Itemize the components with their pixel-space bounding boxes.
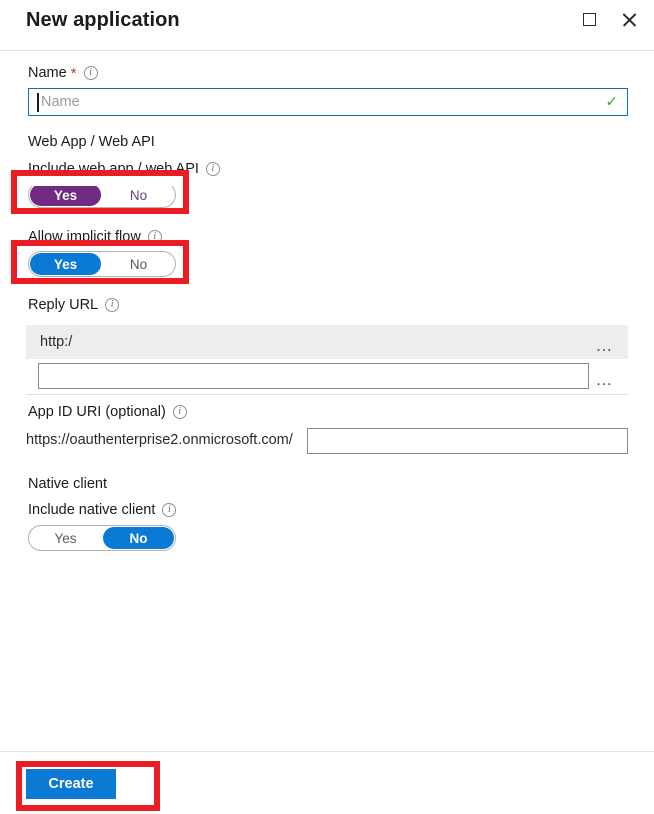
- reply-url-row-new: …: [26, 359, 628, 395]
- include-native-client-label-text: Include native client: [28, 502, 156, 518]
- app-id-uri-prefix: https://oauthenterprise2.onmicrosoft.com…: [26, 432, 293, 448]
- reply-url-row-existing[interactable]: http:/ …: [26, 325, 628, 359]
- allow-implicit-flow-label: Allow implicit flow i: [28, 229, 162, 245]
- required-marker: *: [70, 64, 77, 82]
- create-button[interactable]: Create: [26, 769, 116, 799]
- reply-url-input[interactable]: [38, 363, 589, 389]
- info-icon[interactable]: i: [83, 66, 98, 80]
- web-app-section-header: Web App / Web API: [28, 134, 155, 150]
- toggle-option-yes[interactable]: Yes: [30, 184, 101, 206]
- include-native-client-toggle[interactable]: Yes No: [28, 525, 176, 551]
- allow-implicit-flow-label-text: Allow implicit flow: [28, 229, 141, 245]
- toggle-option-yes[interactable]: Yes: [30, 527, 101, 549]
- allow-implicit-flow-toggle[interactable]: Yes No: [28, 251, 176, 277]
- info-icon[interactable]: i: [205, 162, 220, 176]
- name-input[interactable]: Name ✓: [28, 88, 628, 116]
- name-label-text: Name: [28, 65, 67, 81]
- include-native-client-label: Include native client i: [28, 502, 177, 518]
- name-input-placeholder: Name: [41, 94, 80, 110]
- maximize-button[interactable]: [578, 8, 600, 30]
- maximize-icon: [582, 12, 596, 26]
- toggle-option-no[interactable]: No: [103, 184, 174, 206]
- app-id-uri-label-text: App ID URI (optional): [28, 404, 166, 420]
- ellipsis-icon[interactable]: …: [595, 371, 614, 388]
- native-client-section-header: Native client: [28, 476, 107, 492]
- text-caret: [37, 93, 39, 112]
- reply-url-label-text: Reply URL: [28, 297, 99, 313]
- reply-url-label: Reply URL i: [28, 297, 120, 313]
- info-icon[interactable]: i: [147, 230, 162, 244]
- include-web-app-toggle[interactable]: Yes No: [28, 182, 176, 208]
- include-web-app-label-text: Include web app / web API: [28, 161, 199, 177]
- toggle-option-yes[interactable]: Yes: [30, 253, 101, 275]
- info-icon[interactable]: i: [105, 298, 120, 312]
- app-id-uri-label: App ID URI (optional) i: [28, 404, 187, 420]
- toggle-option-no[interactable]: No: [103, 253, 174, 275]
- page-title: New application: [26, 9, 180, 31]
- reply-url-row-value: http:/: [40, 334, 73, 350]
- checkmark-icon: ✓: [605, 93, 618, 111]
- info-icon[interactable]: i: [172, 405, 187, 419]
- toggle-option-no[interactable]: No: [103, 527, 174, 549]
- ellipsis-icon[interactable]: …: [595, 337, 614, 354]
- close-icon: [621, 11, 638, 28]
- info-icon[interactable]: i: [162, 503, 177, 517]
- include-web-app-label: Include web app / web API i: [28, 161, 220, 177]
- dialog-titlebar: New application: [0, 0, 654, 51]
- app-id-uri-input[interactable]: [307, 428, 628, 454]
- close-button[interactable]: [618, 8, 640, 30]
- window-controls: [578, 8, 640, 30]
- new-application-form: Name * i Name ✓ Web App / Web API Includ…: [0, 51, 654, 751]
- name-field-label: Name * i: [28, 65, 98, 81]
- dialog-footer: Create: [0, 751, 654, 814]
